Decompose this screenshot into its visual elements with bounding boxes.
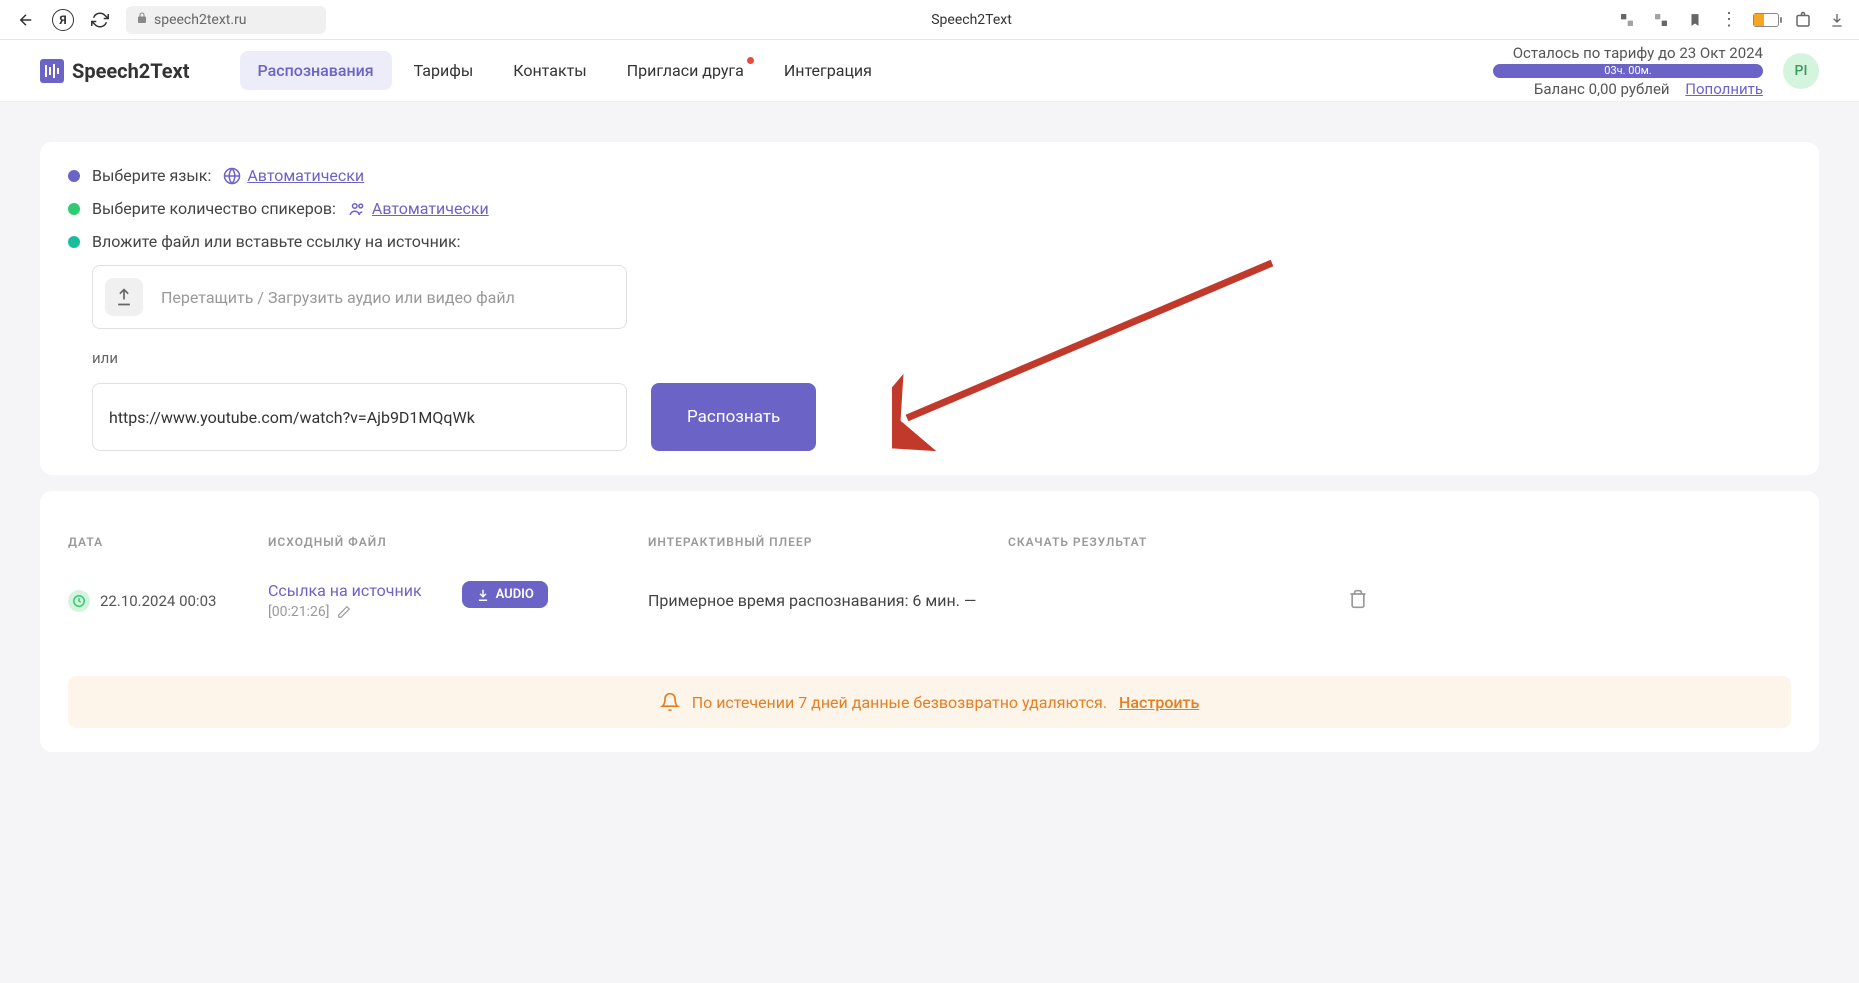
extension-icon[interactable] bbox=[1793, 10, 1813, 30]
download-icon bbox=[476, 588, 490, 602]
row-date: 22.10.2024 00:03 bbox=[100, 592, 216, 610]
reload-button[interactable] bbox=[86, 6, 114, 34]
logo[interactable]: Speech2Text bbox=[40, 59, 190, 83]
notice-link[interactable]: Настроить bbox=[1119, 693, 1199, 712]
table-header: ДАТА ИСХОДНЫЙ ФАЙЛ ИНТЕРАКТИВНЫЙ ПЛЕЕР С… bbox=[68, 515, 1791, 565]
duration-text: [00:21:26] bbox=[268, 604, 329, 620]
page-title: Speech2Text bbox=[338, 12, 1605, 28]
step-dot-3 bbox=[68, 236, 80, 248]
results-card: ДАТА ИСХОДНЫЙ ФАЙЛ ИНТЕРАКТИВНЫЙ ПЛЕЕР С… bbox=[40, 491, 1819, 752]
notice-text: По истечении 7 дней данные безвозвратно … bbox=[692, 693, 1107, 712]
globe-icon bbox=[223, 167, 241, 185]
th-source: ИСХОДНЫЙ ФАЙЛ bbox=[268, 535, 648, 549]
th-player: ИНТЕРАКТИВНЫЙ ПЛЕЕР bbox=[648, 535, 1008, 549]
recognize-button[interactable]: Распознать bbox=[651, 383, 816, 451]
upload-icon bbox=[105, 278, 143, 316]
tariff-info: Осталось по тарифу до 23 Окт 2024 03ч. 0… bbox=[1493, 44, 1763, 98]
speakers-link[interactable]: Автоматически bbox=[348, 199, 489, 218]
notice-banner: По истечении 7 дней данные безвозвратно … bbox=[68, 676, 1791, 728]
url-input[interactable] bbox=[92, 383, 627, 451]
battery-icon bbox=[1753, 13, 1779, 27]
nav-recognitions[interactable]: Распознавания bbox=[240, 51, 392, 90]
users-icon bbox=[348, 200, 366, 218]
url-bar[interactable]: speech2text.ru bbox=[126, 6, 326, 34]
table-row: 22.10.2024 00:03 Ссылка на источник [00:… bbox=[68, 565, 1791, 636]
step2-label: Выберите количество спикеров: bbox=[92, 199, 336, 218]
notification-dot bbox=[747, 57, 754, 64]
upload-card: Выберите язык: Автоматически Выберите ко… bbox=[40, 142, 1819, 475]
clock-icon bbox=[68, 590, 90, 612]
upload-text: Перетащить / Загрузить аудио или видео ф… bbox=[161, 288, 515, 307]
avatar[interactable]: PI bbox=[1783, 53, 1819, 89]
th-date: ДАТА bbox=[68, 535, 268, 549]
bookmark-icon[interactable] bbox=[1685, 10, 1705, 30]
audio-download-button[interactable]: AUDIO bbox=[462, 581, 548, 608]
tariff-progress: 03ч. 00м. bbox=[1493, 64, 1763, 78]
download-icon[interactable] bbox=[1827, 10, 1847, 30]
nav-invite[interactable]: Пригласи друга bbox=[609, 51, 762, 90]
back-button[interactable] bbox=[12, 6, 40, 34]
step-dot-1 bbox=[68, 170, 80, 182]
menu-icon[interactable]: ⋮ bbox=[1719, 10, 1739, 30]
step3-label: Вложите файл или вставьте ссылку на исто… bbox=[92, 232, 461, 251]
bell-icon bbox=[660, 692, 680, 712]
arrow-annotation bbox=[892, 253, 1292, 503]
logo-icon bbox=[40, 59, 64, 83]
step-dot-2 bbox=[68, 203, 80, 215]
or-label: или bbox=[92, 349, 1791, 367]
source-link[interactable]: Ссылка на источник bbox=[268, 581, 422, 600]
delete-button[interactable] bbox=[1348, 589, 1408, 613]
translate-icon-2[interactable] bbox=[1651, 10, 1671, 30]
nav-integration[interactable]: Интеграция bbox=[766, 51, 890, 90]
th-download: СКАЧАТЬ РЕЗУЛЬТАТ bbox=[1008, 535, 1348, 549]
topup-link[interactable]: Пополнить bbox=[1685, 80, 1763, 98]
translate-icon[interactable] bbox=[1617, 10, 1637, 30]
app-header: Speech2Text Распознавания Тарифы Контакт… bbox=[0, 40, 1859, 102]
edit-icon[interactable] bbox=[337, 605, 351, 619]
nav-tariffs[interactable]: Тарифы bbox=[396, 51, 492, 90]
tariff-remaining: Осталось по тарифу до 23 Окт 2024 bbox=[1493, 44, 1763, 62]
balance-text: Баланс 0,00 рублей bbox=[1534, 80, 1670, 98]
upload-dropzone[interactable]: Перетащить / Загрузить аудио или видео ф… bbox=[92, 265, 627, 329]
nav-contacts[interactable]: Контакты bbox=[495, 51, 604, 90]
url-text: speech2text.ru bbox=[154, 12, 247, 28]
lock-icon bbox=[136, 12, 148, 28]
step1-label: Выберите язык: bbox=[92, 166, 211, 185]
nav: Распознавания Тарифы Контакты Пригласи д… bbox=[240, 51, 890, 90]
language-link[interactable]: Автоматически bbox=[223, 166, 364, 185]
player-text: Примерное время распознавания: 6 мин. — bbox=[648, 591, 1008, 610]
browser-chrome: Я speech2text.ru Speech2Text ⋮ bbox=[0, 0, 1859, 40]
logo-text: Speech2Text bbox=[72, 59, 190, 83]
yandex-icon[interactable]: Я bbox=[52, 9, 74, 31]
